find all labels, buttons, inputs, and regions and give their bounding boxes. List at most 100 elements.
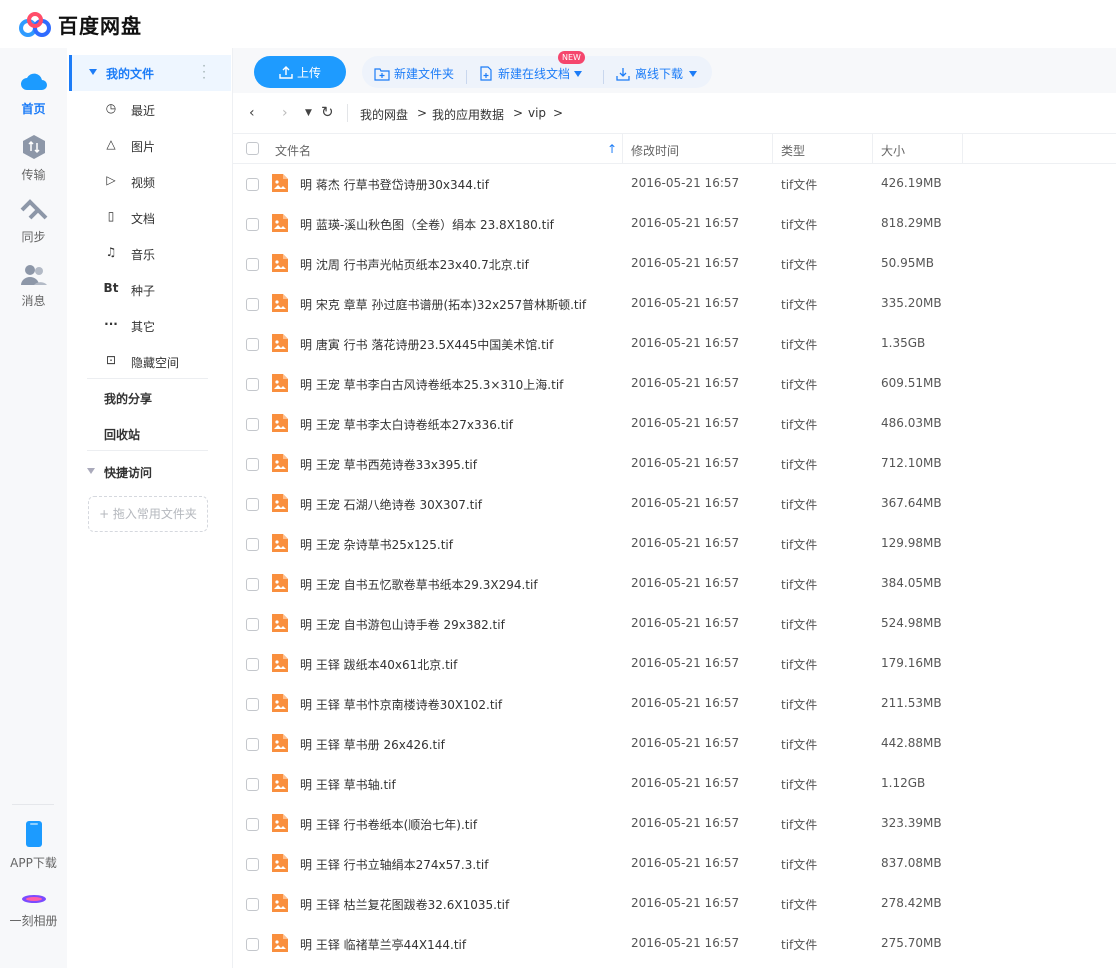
file-name[interactable]: 明 王铎 跋纸本40x61北京.tif xyxy=(300,656,457,673)
new-online-doc-button[interactable]: 新建在线文档 xyxy=(479,65,583,82)
table-row[interactable]: 明 蓝瑛-溪山秋色图（全卷）绢本 23.8X180.tif 2016-05-21 … xyxy=(233,204,1116,244)
row-checkbox[interactable] xyxy=(246,898,259,911)
refresh-icon[interactable]: ↻ xyxy=(321,103,334,121)
file-name[interactable]: 明 沈周 行书声光帖页纸本23x40.7北京.tif xyxy=(300,256,529,273)
rail-transfer[interactable]: 传输 xyxy=(0,134,67,183)
column-header-size[interactable]: 大小 xyxy=(881,142,905,159)
row-checkbox[interactable] xyxy=(246,658,259,671)
offline-download-button[interactable]: 离线下载 xyxy=(616,65,698,82)
collapse-triangle-icon[interactable] xyxy=(87,468,95,474)
select-all-checkbox[interactable] xyxy=(246,142,259,155)
row-checkbox[interactable] xyxy=(246,538,259,551)
table-row[interactable]: 明 蒋杰 行草书登岱诗册30x344.tif 2016-05-21 16:57 ti… xyxy=(233,164,1116,204)
table-row[interactable]: 明 唐寅 行书 落花诗册23.5X445中国美术馆.tif 2016-05-21 … xyxy=(233,324,1116,364)
column-divider[interactable] xyxy=(962,134,963,164)
column-divider[interactable] xyxy=(872,134,873,164)
row-checkbox[interactable] xyxy=(246,418,259,431)
file-name[interactable]: 明 王铎 行书卷纸本(顺治七年).tif xyxy=(300,816,477,833)
sidebar-item-other[interactable]: ··· 其它 xyxy=(67,307,233,343)
table-row[interactable]: 明 王宠 草书李白古风诗卷纸本25.3×310上海.tif 2016-05-21 … xyxy=(233,364,1116,404)
row-checkbox[interactable] xyxy=(246,938,259,951)
sidebar-item-recent[interactable]: ◷ 最近 xyxy=(67,91,233,127)
file-name[interactable]: 明 王宠 草书西苑诗卷33x395.tif xyxy=(300,456,477,473)
breadcrumb-item[interactable]: 我的网盘 xyxy=(360,106,408,123)
sidebar-quick-access[interactable]: 快捷访问 xyxy=(104,464,152,481)
file-name[interactable]: 明 王铎 草书忭京南楼诗卷30X102.tif xyxy=(300,696,502,713)
table-row[interactable]: 明 王宠 自书游包山诗手卷 29x382.tif 2016-05-21 16:57… xyxy=(233,604,1116,644)
row-checkbox[interactable] xyxy=(246,818,259,831)
forward-arrow-icon[interactable]: › xyxy=(282,105,288,121)
file-name[interactable]: 明 王宠 自书五忆歌卷草书纸本29.3X294.tif xyxy=(300,576,538,593)
upload-button[interactable]: 上传 xyxy=(254,56,346,88)
table-row[interactable]: 明 王宠 草书西苑诗卷33x395.tif 2016-05-21 16:57 tif… xyxy=(233,444,1116,484)
row-checkbox[interactable] xyxy=(246,178,259,191)
new-folder-button[interactable]: 新建文件夹 xyxy=(374,65,454,82)
file-name[interactable]: 明 宋克 章草 孙过庭书谱册(拓本)32x257普林斯顿.tif xyxy=(300,296,586,313)
sidebar-item-documents[interactable]: ▯ 文档 xyxy=(67,199,233,235)
sidebar-recycle-bin[interactable]: 回收站 xyxy=(104,426,140,443)
row-checkbox[interactable] xyxy=(246,338,259,351)
row-checkbox[interactable] xyxy=(246,858,259,871)
row-checkbox[interactable] xyxy=(246,298,259,311)
column-header-modified[interactable]: 修改时间 xyxy=(631,142,679,159)
rail-app-download[interactable]: APP下载 xyxy=(0,820,67,871)
row-checkbox[interactable] xyxy=(246,378,259,391)
file-name[interactable]: 明 唐寅 行书 落花诗册23.5X445中国美术馆.tif xyxy=(300,336,553,353)
table-row[interactable]: 明 沈周 行书声光帖页纸本23x40.7北京.tif 2016-05-21 16:… xyxy=(233,244,1116,284)
row-checkbox[interactable] xyxy=(246,698,259,711)
row-checkbox[interactable] xyxy=(246,458,259,471)
table-row[interactable]: 明 宋克 章草 孙过庭书谱册(拓本)32x257普林斯顿.tif 2016-05-… xyxy=(233,284,1116,324)
table-row[interactable]: 明 王铎 草书轴.tif 2016-05-21 16:57 tif文件 1.12GB xyxy=(233,764,1116,804)
breadcrumb-item[interactable]: vip xyxy=(528,106,546,120)
sort-arrow-icon[interactable]: ↑ xyxy=(607,142,617,156)
table-row[interactable]: 明 王宠 石湖八绝诗卷 30X307.tif 2016-05-21 16:57 ti… xyxy=(233,484,1116,524)
table-row[interactable]: 明 王铎 行书卷纸本(顺治七年).tif 2016-05-21 16:57 tif文… xyxy=(233,804,1116,844)
sidebar-my-share[interactable]: 我的分享 xyxy=(104,390,152,407)
file-name[interactable]: 明 王铎 行书立轴绢本274x57.3.tif xyxy=(300,856,488,873)
row-checkbox[interactable] xyxy=(246,618,259,631)
table-row[interactable]: 明 王铎 草书册 26x426.tif 2016-05-21 16:57 tif文件… xyxy=(233,724,1116,764)
table-row[interactable]: 明 王宠 自书五忆歌卷草书纸本29.3X294.tif 2016-05-21 16… xyxy=(233,564,1116,604)
row-checkbox[interactable] xyxy=(246,578,259,591)
rail-message[interactable]: 消息 xyxy=(0,262,67,309)
file-name[interactable]: 明 王铎 临禇草兰亭44X144.tif xyxy=(300,936,466,953)
sidebar-item-music[interactable]: ♫ 音乐 xyxy=(67,235,233,271)
column-header-name[interactable]: 文件名 xyxy=(275,142,311,159)
rail-home[interactable]: 首页 xyxy=(0,70,67,117)
row-checkbox[interactable] xyxy=(246,738,259,751)
breadcrumb-item[interactable]: 我的应用数据 xyxy=(432,106,504,123)
rail-sync[interactable]: 同步 xyxy=(0,198,67,245)
row-checkbox[interactable] xyxy=(246,778,259,791)
sidebar-item-images[interactable]: △ 图片 xyxy=(67,127,233,163)
table-row[interactable]: 明 王铎 草书忭京南楼诗卷30X102.tif 2016-05-21 16:57 t… xyxy=(233,684,1116,724)
row-checkbox[interactable] xyxy=(246,258,259,271)
file-name[interactable]: 明 王宠 自书游包山诗手卷 29x382.tif xyxy=(300,616,505,633)
file-name[interactable]: 明 王宠 草书李白古风诗卷纸本25.3×310上海.tif xyxy=(300,376,563,393)
file-name[interactable]: 明 蒋杰 行草书登岱诗册30x344.tif xyxy=(300,176,489,193)
app-logo[interactable]: 百度网盘 xyxy=(18,10,142,39)
file-name[interactable]: 明 王铎 枯兰复花图跋卷32.6X1035.tif xyxy=(300,896,509,913)
more-vertical-icon[interactable]: · · · xyxy=(202,60,206,84)
column-divider[interactable] xyxy=(622,134,623,164)
history-dropdown-icon[interactable]: ▼ xyxy=(305,108,312,118)
expand-triangle-icon[interactable] xyxy=(89,69,97,75)
table-row[interactable]: 明 王铎 行书立轴绢本274x57.3.tif 2016-05-21 16:57 t… xyxy=(233,844,1116,884)
column-header-type[interactable]: 类型 xyxy=(781,142,805,159)
table-row[interactable]: 明 王铎 跋纸本40x61北京.tif 2016-05-21 16:57 tif文件… xyxy=(233,644,1116,684)
file-name[interactable]: 明 王宠 杂诗草书25x125.tif xyxy=(300,536,453,553)
quick-access-drop-zone[interactable]: + 拖入常用文件夹 xyxy=(88,496,208,532)
sidebar-item-hidden-space[interactable]: ⊡ 隐藏空间 xyxy=(67,343,233,379)
file-name[interactable]: 明 王宠 草书李太白诗卷纸本27x336.tif xyxy=(300,416,513,433)
column-divider[interactable] xyxy=(772,134,773,164)
table-row[interactable]: 明 王铎 枯兰复花图跋卷32.6X1035.tif 2016-05-21 16:5… xyxy=(233,884,1116,924)
table-row[interactable]: 明 王宠 杂诗草书25x125.tif 2016-05-21 16:57 tif文件… xyxy=(233,524,1116,564)
table-row[interactable]: 明 王铎 临禇草兰亭44X144.tif 2016-05-21 16:57 tif文… xyxy=(233,924,1116,964)
file-name[interactable]: 明 王铎 草书轴.tif xyxy=(300,776,396,793)
file-name[interactable]: 明 蓝瑛-溪山秋色图（全卷）绢本 23.8X180.tif xyxy=(300,216,554,233)
file-name[interactable]: 明 王宠 石湖八绝诗卷 30X307.tif xyxy=(300,496,482,513)
table-row[interactable]: 明 王宠 草书李太白诗卷纸本27x336.tif 2016-05-21 16:57… xyxy=(233,404,1116,444)
sidebar-item-videos[interactable]: ▷ 视频 xyxy=(67,163,233,199)
row-checkbox[interactable] xyxy=(246,218,259,231)
back-arrow-icon[interactable]: ‹ xyxy=(249,105,255,121)
file-name[interactable]: 明 王铎 草书册 26x426.tif xyxy=(300,736,445,753)
